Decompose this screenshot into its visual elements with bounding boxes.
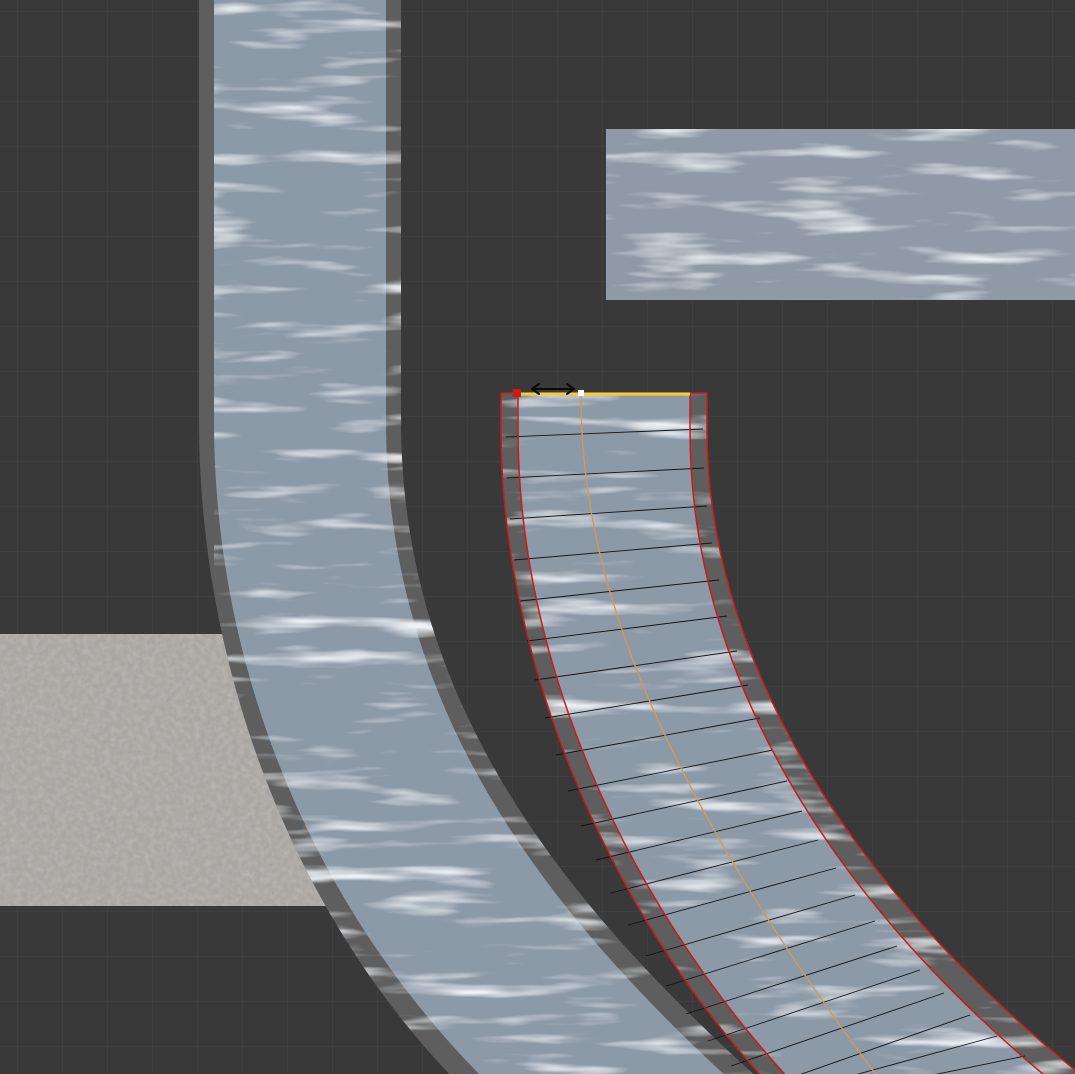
road-corner-point[interactable] xyxy=(513,389,521,397)
scene-viewport[interactable] xyxy=(0,0,1075,1074)
road-center-point[interactable] xyxy=(578,390,584,396)
